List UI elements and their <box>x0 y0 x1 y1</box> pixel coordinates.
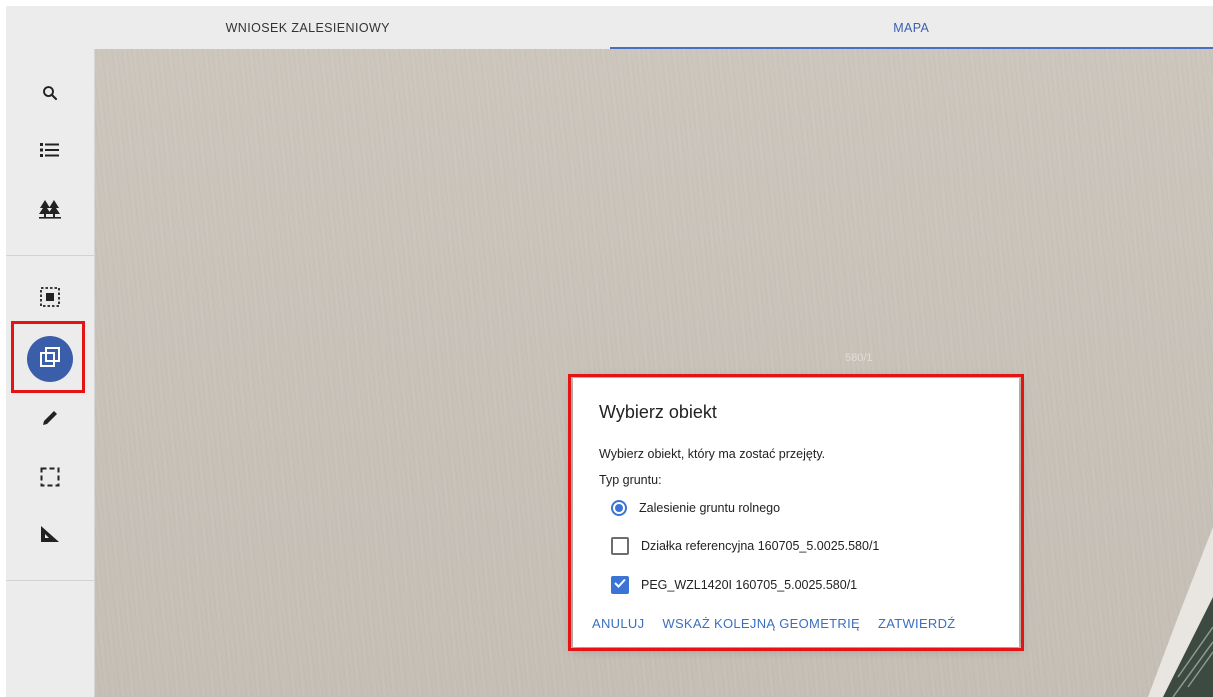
ruler-triangle-icon <box>40 525 60 548</box>
parcel-number-label: 580/1 <box>845 352 873 364</box>
select-area-icon <box>40 286 60 312</box>
rectangle-select-button[interactable] <box>27 456 73 502</box>
layers-list-button[interactable] <box>27 129 73 175</box>
tool-highlight-box <box>11 321 85 393</box>
select-area-button[interactable] <box>27 276 73 322</box>
search-tool-button[interactable] <box>27 72 73 118</box>
dialog-highlight-box <box>568 374 1024 651</box>
measure-button[interactable] <box>27 513 73 559</box>
afforestation-button[interactable] <box>27 188 73 234</box>
trees-icon <box>39 199 61 224</box>
sidebar-divider <box>6 255 94 256</box>
draw-button[interactable] <box>27 397 73 443</box>
pencil-icon <box>41 409 59 432</box>
rectangle-select-icon <box>40 467 60 492</box>
list-icon <box>40 141 60 164</box>
tab-wniosek-zalesieniowy[interactable]: WNIOSEK ZALESIENIOWY <box>6 6 610 49</box>
search-icon <box>41 84 59 107</box>
sidebar-divider <box>6 580 94 581</box>
tab-mapa[interactable]: MAPA <box>609 6 1213 49</box>
top-tab-bar: WNIOSEK ZALESIENIOWY MAPA <box>6 6 1213 49</box>
map-terrain-corner <box>1148 527 1213 697</box>
